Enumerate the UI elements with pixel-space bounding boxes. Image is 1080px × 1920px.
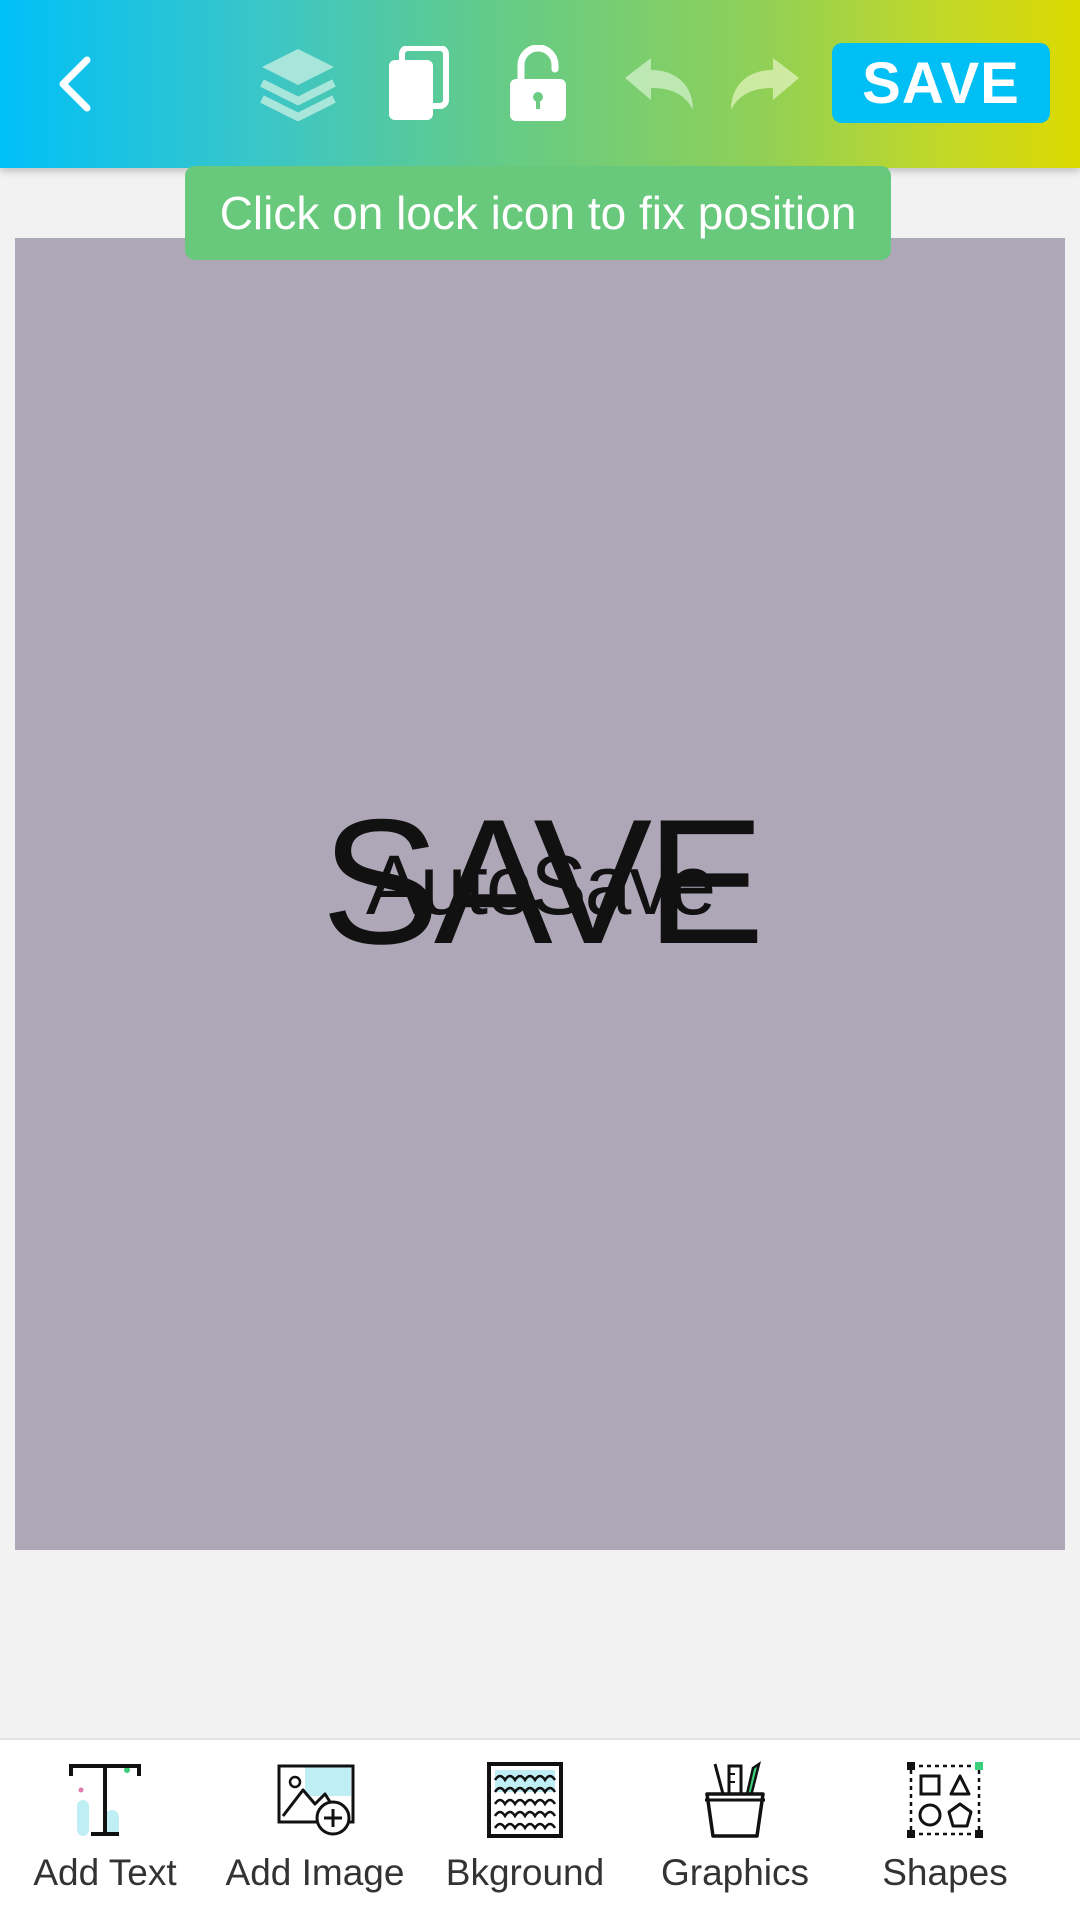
- unlock-icon: [507, 45, 569, 123]
- shapes-label: Shapes: [882, 1852, 1008, 1893]
- top-toolbar: SAVE: [0, 0, 1080, 168]
- add-text-icon: [65, 1760, 145, 1840]
- add-image-label: Add Image: [225, 1852, 405, 1893]
- add-text-button[interactable]: Add Text: [0, 1760, 210, 1910]
- lock-hint-tooltip: Click on lock icon to fix position: [185, 166, 891, 260]
- graphics-icon: [695, 1760, 775, 1840]
- undo-button[interactable]: [614, 40, 704, 128]
- background-icon: [485, 1760, 565, 1840]
- layers-icon: [258, 45, 338, 123]
- back-button[interactable]: [40, 40, 110, 128]
- lock-button[interactable]: [498, 40, 578, 128]
- layers-button[interactable]: [252, 40, 344, 128]
- add-image-icon: [275, 1760, 355, 1840]
- canvas-text-autosave[interactable]: AutoSave: [15, 843, 1065, 927]
- shapes-button[interactable]: Shapes: [840, 1760, 1050, 1910]
- background-button[interactable]: Bkground: [420, 1760, 630, 1910]
- bottom-toolbar: Add Text Add Image Bkground Graphics Sha…: [0, 1738, 1080, 1920]
- background-label: Bkground: [445, 1852, 605, 1893]
- copy-icon: [386, 46, 450, 122]
- design-canvas[interactable]: SAVE AutoSave: [15, 238, 1065, 1550]
- back-icon: [53, 52, 97, 116]
- graphics-button[interactable]: Graphics: [630, 1760, 840, 1910]
- add-text-label: Add Text: [33, 1852, 177, 1893]
- copy-button[interactable]: [378, 40, 458, 128]
- save-button[interactable]: SAVE: [832, 43, 1050, 123]
- add-image-button[interactable]: Add Image: [210, 1760, 420, 1910]
- redo-icon: [727, 56, 803, 112]
- shapes-icon: [905, 1760, 985, 1840]
- graphics-label: Graphics: [660, 1852, 810, 1893]
- undo-icon: [621, 56, 697, 112]
- redo-button[interactable]: [720, 40, 810, 128]
